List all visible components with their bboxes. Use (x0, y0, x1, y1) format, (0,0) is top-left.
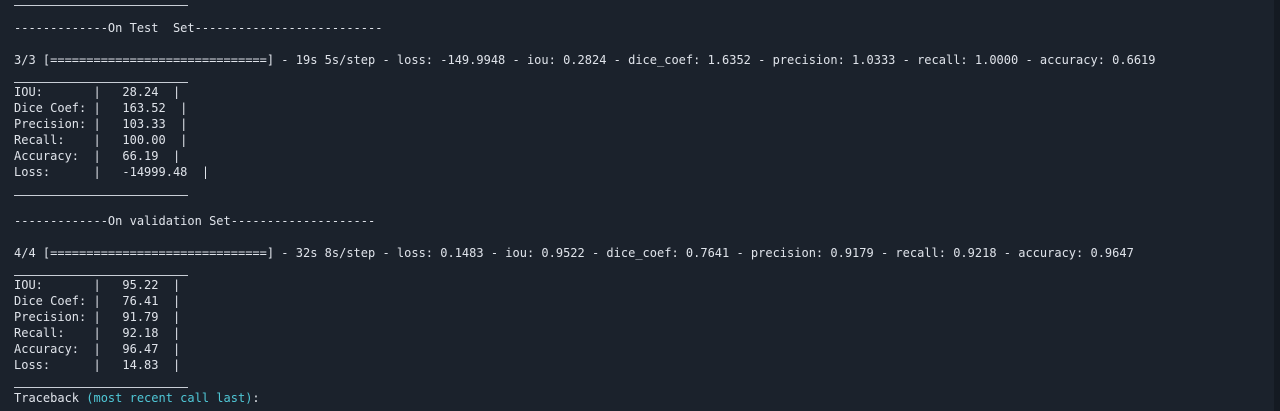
table-border (14, 387, 188, 388)
table-border (14, 275, 188, 276)
metric-row-recall: Recall: | 100.00 | (14, 133, 188, 147)
scrollbar-track[interactable] (1274, 0, 1280, 411)
validation-set-header: -------------On validation Set----------… (14, 214, 376, 228)
metric-row-iou: IOU: | 95.22 | (14, 278, 181, 292)
table-border (14, 82, 188, 83)
metric-row-iou: IOU: | 28.24 | (14, 85, 181, 99)
validation-progress-line: 4/4 [==============================] - 3… (14, 246, 1134, 260)
table-border (14, 195, 188, 196)
traceback-label: Traceback (14, 391, 87, 405)
metric-row-precision: Precision: | 103.33 | (14, 117, 188, 131)
metric-row-dice-coef: Dice Coef: | 76.41 | (14, 294, 181, 308)
metric-row-recall: Recall: | 92.18 | (14, 326, 181, 340)
metric-row-accuracy: Accuracy: | 96.47 | (14, 342, 181, 356)
metric-row-accuracy: Accuracy: | 66.19 | (14, 149, 181, 163)
traceback-detail: (most recent call last) (86, 391, 253, 405)
terminal-output: -------------On Test Set----------------… (0, 0, 1280, 411)
metric-row-precision: Precision: | 91.79 | (14, 310, 181, 324)
table-border (14, 5, 188, 6)
metric-row-dice-coef: Dice Coef: | 163.52 | (14, 101, 188, 115)
test-set-header: -------------On Test Set----------------… (14, 21, 383, 35)
metric-row-loss: Loss: | 14.83 | (14, 358, 181, 372)
traceback-line: Traceback (most recent call last): (14, 390, 260, 406)
test-progress-line: 3/3 [==============================] - 1… (14, 53, 1156, 67)
metric-row-loss: Loss: | -14999.48 | (14, 165, 210, 179)
traceback-suffix: : (252, 391, 260, 405)
